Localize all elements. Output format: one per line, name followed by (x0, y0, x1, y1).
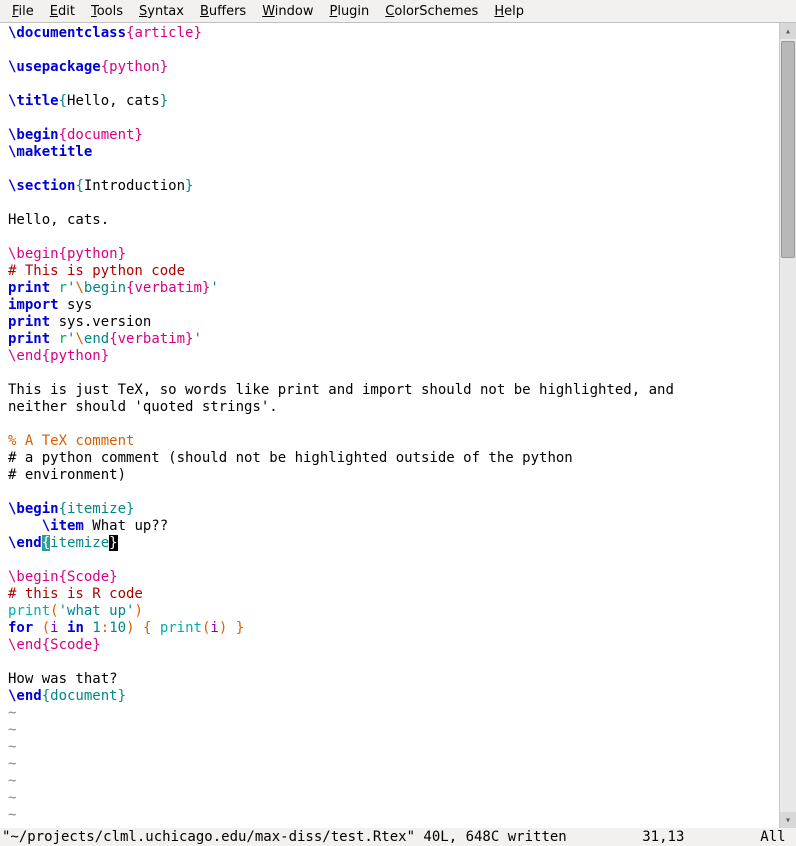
scroll-up-icon[interactable]: ▴ (780, 23, 796, 39)
menu-tools[interactable]: Tools (83, 3, 131, 20)
status-right: 31,13 All (642, 829, 794, 845)
status-bar: "~/projects/clml.uchicago.edu/max-diss/t… (0, 828, 796, 846)
cursor: } (109, 535, 117, 551)
scroll-down-icon[interactable]: ▾ (780, 812, 796, 828)
scrollbar[interactable]: ▴ ▾ (779, 23, 796, 828)
scroll-thumb[interactable] (781, 41, 795, 258)
menu-edit[interactable]: Edit (42, 3, 83, 20)
menu-syntax[interactable]: Syntax (131, 3, 192, 20)
menu-window[interactable]: Window (254, 3, 321, 20)
menu-colors[interactable]: ColorSchemes (377, 3, 486, 20)
editor-wrap: \documentclass{article} \usepackage{pyth… (0, 23, 796, 828)
menu-plugin[interactable]: Plugin (321, 3, 377, 20)
editor-area[interactable]: \documentclass{article} \usepackage{pyth… (0, 23, 779, 828)
menu-help[interactable]: Help (486, 3, 532, 20)
menu-file[interactable]: File (4, 3, 42, 20)
menu-buffers[interactable]: Buffers (192, 3, 254, 20)
status-file: "~/projects/clml.uchicago.edu/max-diss/t… (2, 829, 567, 845)
matching-brace: { (42, 535, 50, 551)
menubar: File Edit Tools Syntax Buffers Window Pl… (0, 0, 796, 23)
